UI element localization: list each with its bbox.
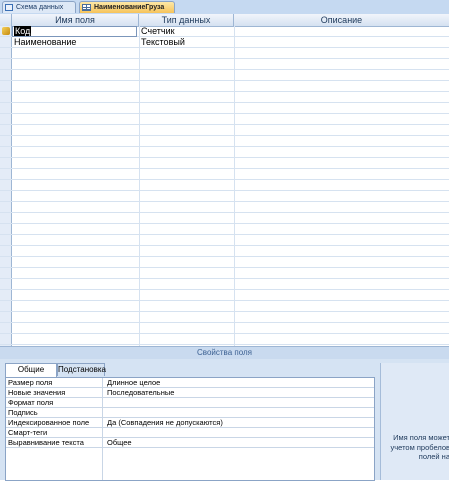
tab-table-design-label: НаименованиеГруза [94,4,165,11]
table-row[interactable] [0,224,449,235]
table-row[interactable]: Наименование Текстовый [0,37,449,48]
property-row-empty [6,448,374,458]
property-row[interactable]: Подпись [6,408,374,418]
field-name-text: Код [14,26,32,36]
help-text: Имя поля может учетом пробелов полей на [370,433,449,462]
field-name-text: Наименование [14,37,77,47]
property-row[interactable]: Индексированное поле Да (Совпадения не до… [6,418,374,428]
table-row[interactable] [0,202,449,213]
table-row[interactable] [0,290,449,301]
property-row-empty [6,458,374,468]
tab-relationships[interactable]: Схема данных [2,1,76,13]
property-name: Размер поля [8,378,53,387]
tab-relationships-label: Схема данных [16,4,64,11]
tab-lookup[interactable]: Подстановка [57,363,106,376]
table-row[interactable] [0,169,449,180]
table-row[interactable] [0,103,449,114]
field-properties-pane: Общие Подстановка Размер поля Длинное цел… [0,359,449,481]
table-row[interactable] [0,323,449,334]
properties-table: Размер поля Длинное целое Новые значения По… [5,377,375,481]
property-value[interactable]: Да (Совпадения не допускаются) [105,418,375,427]
table-row[interactable] [0,125,449,136]
table-row[interactable] [0,257,449,268]
property-value[interactable]: Длинное целое [105,378,375,387]
table-row[interactable] [0,334,449,345]
properties-section-title: Свойства поля [0,346,449,360]
property-name: Подпись [8,408,38,417]
table-row[interactable] [0,301,449,312]
table-row[interactable] [0,268,449,279]
property-row[interactable]: Смарт-теги [6,428,374,438]
property-value[interactable]: Общее [105,438,375,447]
table-row[interactable] [0,246,449,257]
header-description: Описание [320,15,363,25]
tab-general[interactable]: Общие [5,363,57,377]
description-cell[interactable] [234,26,449,37]
table-row[interactable] [0,81,449,92]
header-selector-corner [0,14,12,26]
table-row[interactable] [0,92,449,103]
table-row[interactable] [0,114,449,125]
table-row[interactable] [0,213,449,224]
property-name: Формат поля [8,398,54,407]
property-value[interactable]: Последовательные [105,388,375,397]
table-row[interactable] [0,158,449,169]
document-tab-bar: Схема данных НаименованиеГруза [0,0,449,15]
table-icon [82,4,91,11]
field-name-cell[interactable]: Код [12,26,139,37]
data-type-cell[interactable]: Текстовый [139,37,234,48]
property-name: Смарт-теги [8,428,48,437]
property-row-empty [6,468,374,478]
data-type-cell[interactable]: Счетчик [139,26,234,37]
help-line: полей на [418,452,449,461]
description-cell[interactable] [234,37,449,48]
property-name: Выравнивание текста [8,438,84,447]
table-row[interactable] [0,59,449,70]
property-row[interactable]: Формат поля [6,398,374,408]
header-data-type: Тип данных [139,14,234,26]
property-row[interactable]: Выравнивание текста Общее [6,438,374,448]
table-row[interactable] [0,147,449,158]
table-row[interactable] [0,136,449,147]
field-name-cell[interactable]: Наименование [12,37,139,48]
field-design-grid: Имя поля Тип данных Описание Код Счетчик Н… [0,14,449,346]
property-name: Индексированное поле [8,418,90,427]
table-row[interactable] [0,70,449,81]
header-field-name: Имя поля [12,14,139,26]
table-row[interactable] [0,312,449,323]
help-line: Имя поля может [393,433,449,442]
table-row[interactable] [0,191,449,202]
property-row[interactable]: Размер поля Длинное целое [6,378,374,388]
property-name: Новые значения [8,388,66,397]
help-panel: Имя поля может учетом пробелов полей на [380,363,449,480]
relationships-icon [5,4,13,11]
table-row[interactable] [0,48,449,59]
table-row[interactable] [0,279,449,290]
help-line: учетом пробелов [390,442,449,452]
property-row[interactable]: Новые значения Последовательные [6,388,374,398]
primary-key-icon [2,27,10,35]
table-row[interactable]: Код Счетчик [0,26,449,37]
table-row[interactable] [0,180,449,191]
tab-table-design[interactable]: НаименованиеГруза [79,1,175,13]
table-row[interactable] [0,235,449,246]
